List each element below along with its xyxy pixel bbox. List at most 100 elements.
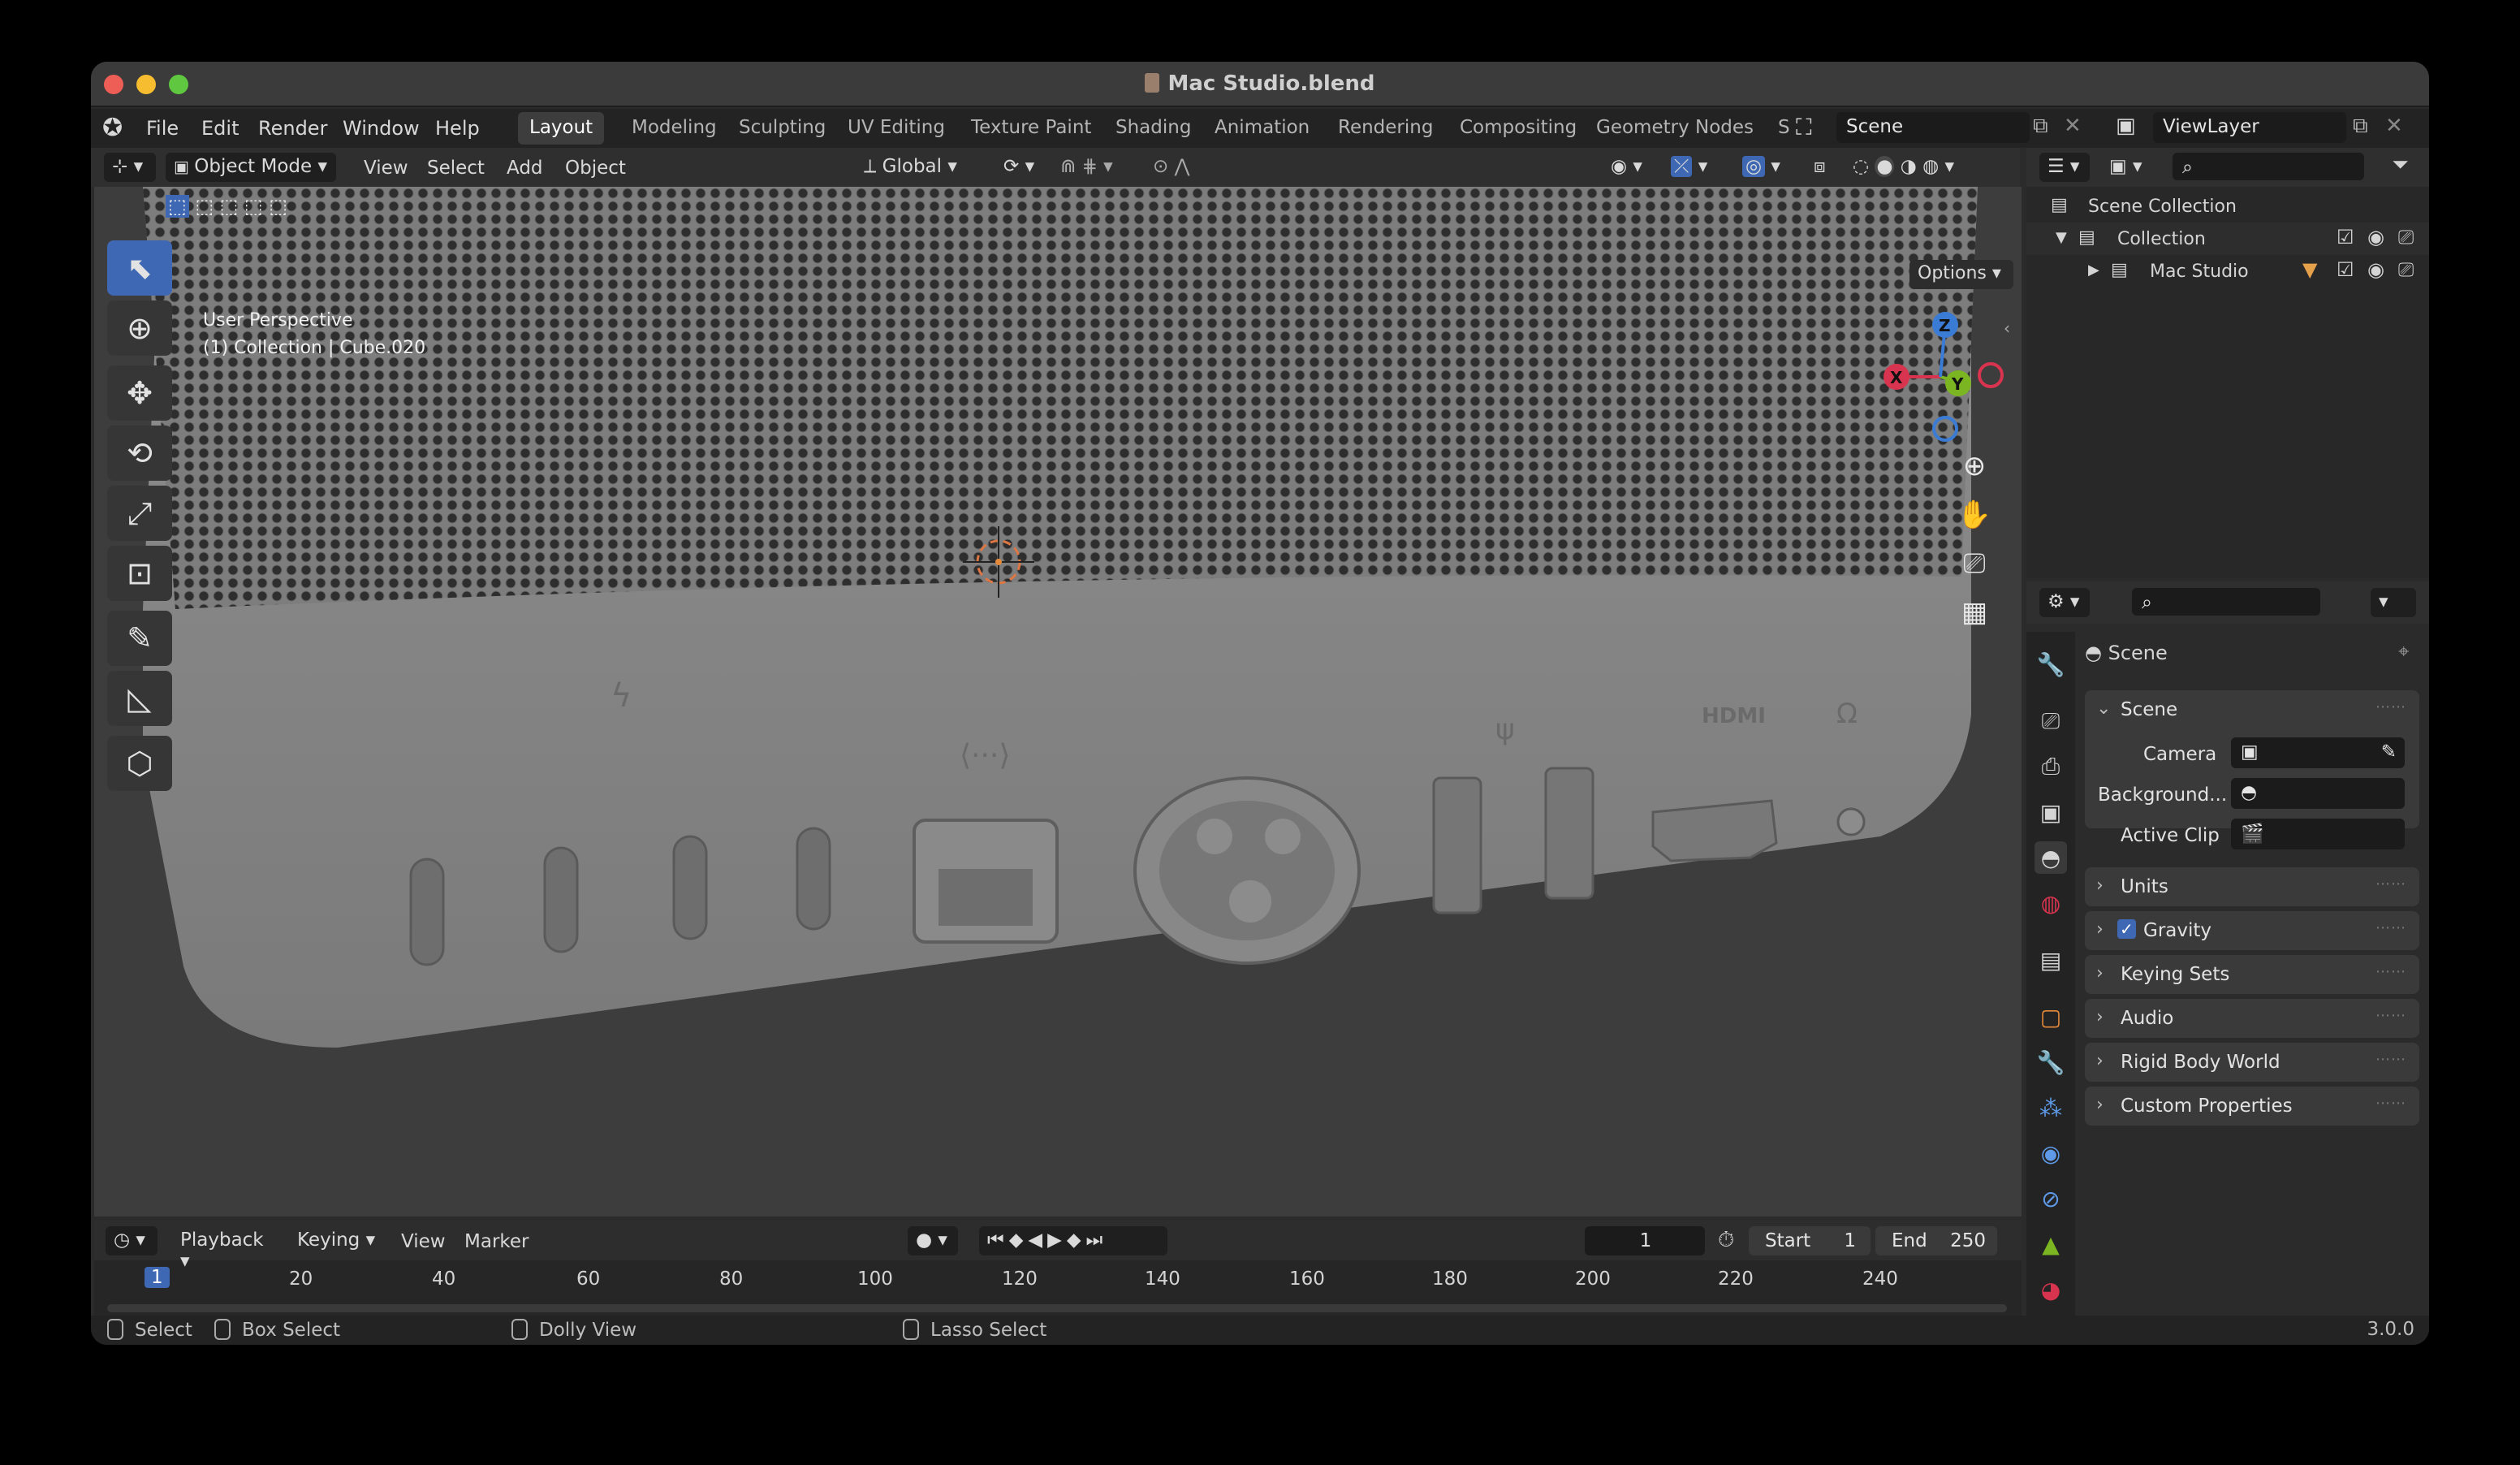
menu-object[interactable]: Object xyxy=(565,158,626,179)
material-shading-icon[interactable]: ◑ xyxy=(1901,156,1917,177)
timeline-scrollbar[interactable] xyxy=(107,1304,2007,1312)
drag-handle-icon[interactable]: ⋯⋯ xyxy=(2375,1007,2406,1024)
new-scene-icon[interactable]: ⧉ xyxy=(2033,114,2048,139)
3d-viewport[interactable]: ϟ ⟨···⟩ ψ HDMI Ω ⬚ ⬚ ⬚ ⬚ ⬚ ⬉ ⊕ ✥ ⟲ ⤢ ⊡ ✎… xyxy=(94,187,2022,1217)
particles-tab-icon[interactable]: ⁂ xyxy=(2035,1091,2067,1124)
outliner-row-mac-studio[interactable]: ▶ ▤ Mac Studio ▼ ☑ ◉ ⎚ xyxy=(2026,255,2429,287)
viewlayer-field[interactable]: ViewLayer xyxy=(2153,112,2346,143)
frame-ruler[interactable]: 1 20 40 60 80 100 120 140 160 180 200 22… xyxy=(94,1260,2022,1293)
timeline-editor-type-button[interactable]: ◷ ▾ xyxy=(106,1226,158,1255)
play-reverse-icon[interactable]: ◀ xyxy=(1028,1229,1047,1251)
pan-hand-icon[interactable]: ✋ xyxy=(1953,494,1996,536)
zoom-icon[interactable]: ⊕ xyxy=(1953,445,1996,487)
properties-editor-type-button[interactable]: ⚙ ▾ xyxy=(2039,588,2090,617)
cursor-tool[interactable]: ⊕ xyxy=(107,300,172,356)
render-tab-icon[interactable]: ⎚ xyxy=(2035,705,2067,737)
filter-icon[interactable]: ⏷ xyxy=(2392,153,2409,178)
outliner-row-scene-collection[interactable]: ▤ Scene Collection xyxy=(2026,190,2429,223)
pivot-point-button[interactable]: ⟳ ▾ xyxy=(995,153,1047,182)
add-cube-tool[interactable]: ⬡ xyxy=(107,736,172,791)
physics-tab-icon[interactable]: ◉ xyxy=(2035,1137,2067,1169)
viewlayer-icon[interactable]: ▣ xyxy=(2116,114,2136,138)
eye-icon[interactable]: ◉ xyxy=(2367,258,2384,281)
axis-neg-x-icon[interactable] xyxy=(1978,362,2004,388)
scene-panel-title[interactable]: Scene xyxy=(2121,699,2177,720)
gizmo-toggle[interactable]: ⤫ ▾ xyxy=(1663,153,1728,182)
move-tool[interactable]: ✥ xyxy=(107,365,172,421)
outliner-display-mode-button[interactable]: ▣ ▾ xyxy=(2101,153,2151,182)
select-new-icon[interactable]: ⬚ xyxy=(166,195,189,218)
tab-animation[interactable]: Animation xyxy=(1203,112,1321,145)
tab-rendering[interactable]: Rendering xyxy=(1327,112,1444,145)
exclude-checkbox-icon[interactable]: ☑ xyxy=(2337,258,2354,281)
drag-handle-icon[interactable]: ⋯⋯ xyxy=(2375,1095,2406,1112)
pin-icon[interactable]: ⌖ xyxy=(2398,640,2410,663)
playhead-marker[interactable]: 1 xyxy=(145,1267,170,1288)
overlay-toggle[interactable]: ◎ ▾ xyxy=(1734,153,1799,182)
transform-orientation-dropdown[interactable]: ⟂ Global ▾ xyxy=(856,153,986,182)
drag-handle-icon[interactable]: ⋯⋯ xyxy=(2375,875,2406,892)
gravity-checkbox[interactable]: ✓ xyxy=(2117,919,2136,939)
custom-properties-panel[interactable]: › Custom Properties ⋯⋯ xyxy=(2085,1087,2419,1126)
menu-render[interactable]: Render xyxy=(258,117,327,140)
tab-shading[interactable]: Shading xyxy=(1104,112,1202,145)
scene-tab-icon[interactable]: ◓ xyxy=(2035,841,2067,874)
menu-edit[interactable]: Edit xyxy=(201,117,239,140)
exclude-checkbox-icon[interactable]: ☑ xyxy=(2337,226,2354,248)
delete-scene-icon[interactable]: ✕ xyxy=(2064,114,2082,138)
wireframe-shading-icon[interactable]: ◌ xyxy=(1853,156,1869,177)
rendered-shading-icon[interactable]: ◍ xyxy=(1922,156,1939,177)
keying-sets-panel[interactable]: › Keying Sets ⋯⋯ xyxy=(2085,955,2419,994)
auto-keying-toggle[interactable]: ● ▾ xyxy=(908,1226,958,1255)
current-frame-field[interactable]: 1 xyxy=(1585,1226,1705,1255)
menu-add[interactable]: Add xyxy=(507,158,543,179)
collection-tab-icon[interactable]: ▤ xyxy=(2035,944,2067,976)
eye-icon[interactable]: ◉ xyxy=(2367,226,2384,248)
rotate-tool[interactable]: ⟲ xyxy=(107,426,172,481)
jump-end-icon[interactable]: ⏭ xyxy=(1086,1229,1108,1251)
delete-viewlayer-icon[interactable]: ✕ xyxy=(2385,114,2403,138)
material-tab-icon[interactable]: ◕ xyxy=(2035,1273,2067,1306)
camera-field[interactable]: ▣ ✎ xyxy=(2231,737,2405,768)
end-frame-field[interactable]: End 250 xyxy=(1875,1226,1997,1255)
axis-neg-z-icon[interactable] xyxy=(1932,416,1958,442)
drag-handle-icon[interactable]: ⋯⋯ xyxy=(2375,698,2406,715)
shading-modes[interactable]: ◌ ● ◑ ◍ ▾ xyxy=(1845,153,1991,182)
perspective-toggle-icon[interactable]: ▦ xyxy=(1953,591,1996,633)
collapse-chevron-icon[interactable]: ▶ xyxy=(2088,261,2099,279)
jump-start-icon[interactable]: ⏮ xyxy=(987,1229,1009,1251)
drag-handle-icon[interactable]: ⋯⋯ xyxy=(2375,1051,2406,1068)
units-panel[interactable]: › Units ⋯⋯ xyxy=(2085,867,2419,906)
menu-select[interactable]: Select xyxy=(427,158,485,179)
editor-type-button[interactable]: ⊹ ▾ xyxy=(104,153,156,182)
outliner-row-collection[interactable]: ▼ ▤ Collection ☑ ◉ ⎚ xyxy=(2026,223,2429,255)
drag-handle-icon[interactable]: ⋯⋯ xyxy=(2375,963,2406,980)
selection-mode-buttons[interactable]: ⬚ ⬚ ⬚ ⬚ ⬚ xyxy=(166,195,287,218)
tab-modeling[interactable]: Modeling xyxy=(620,112,728,145)
new-viewlayer-icon[interactable]: ⧉ xyxy=(2353,114,2368,139)
properties-options-button[interactable]: ▾ xyxy=(2371,588,2416,617)
timeline-menu-marker[interactable]: Marker xyxy=(464,1231,529,1252)
options-dropdown[interactable]: Options ▾ xyxy=(1909,260,2013,289)
navigation-gizmo[interactable]: X Y Z xyxy=(1864,300,2010,463)
rigid-body-world-panel[interactable]: › Rigid Body World ⋯⋯ xyxy=(2085,1043,2419,1082)
playback-dropdown[interactable]: Playback ▾ xyxy=(172,1226,284,1272)
tab-layout[interactable]: Layout xyxy=(518,112,605,145)
scale-tool[interactable]: ⤢ xyxy=(107,486,172,541)
modifier-tab-icon[interactable]: 🔧 xyxy=(2035,1046,2067,1078)
camera-render-icon[interactable]: ⎚ xyxy=(2398,226,2414,248)
solid-shading-icon[interactable]: ● xyxy=(1875,156,1895,177)
camera-render-icon[interactable]: ⎚ xyxy=(2398,258,2414,281)
next-keyframe-icon[interactable]: ◆ xyxy=(1067,1229,1086,1251)
tab-geometry-nodes[interactable]: Geometry Nodes xyxy=(1585,112,1765,145)
play-icon[interactable]: ▶ xyxy=(1047,1229,1067,1251)
camera-view-icon[interactable]: ⎚ xyxy=(1953,542,1996,585)
xray-toggle[interactable]: ⧈ xyxy=(1806,153,1838,182)
tab-sculpting[interactable]: Sculpting xyxy=(727,112,837,145)
audio-panel[interactable]: › Audio ⋯⋯ xyxy=(2085,999,2419,1038)
menu-view[interactable]: View xyxy=(364,158,408,179)
snap-button[interactable]: ⋒ ⋕ ▾ xyxy=(1052,153,1137,182)
outliner-search-input[interactable]: ⌕ xyxy=(2173,153,2364,180)
view-layer-tab-icon[interactable]: ▣ xyxy=(2035,796,2067,828)
scene-field[interactable]: Scene xyxy=(1836,112,2030,143)
